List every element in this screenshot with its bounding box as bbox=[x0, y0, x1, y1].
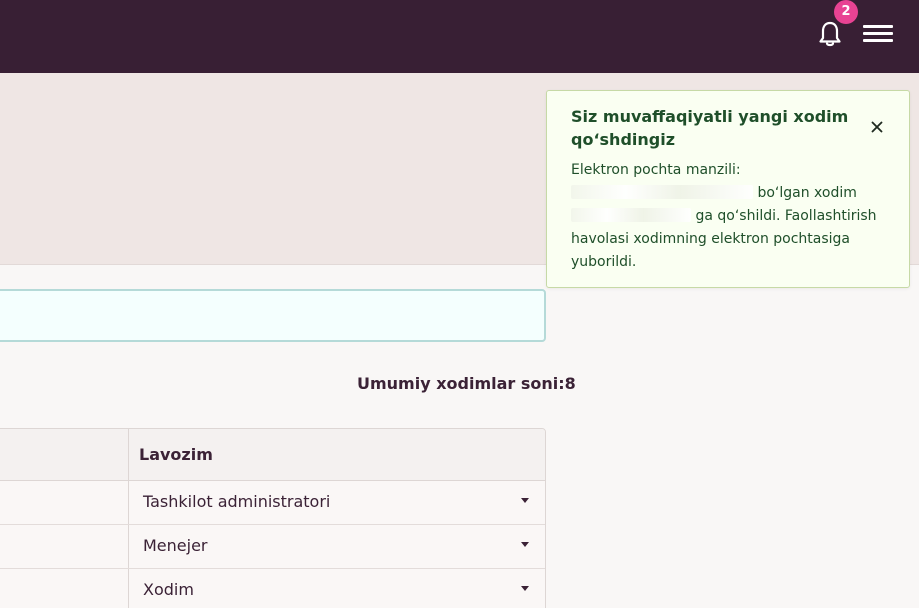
total-employees-count: Umumiy xodimlar soni:8 bbox=[357, 374, 576, 393]
role-select[interactable]: Tashkilot administratori bbox=[143, 481, 539, 524]
email-label: Elektron pochta manzili: bbox=[571, 162, 741, 178]
table-row: Tashkilot administratori bbox=[0, 481, 545, 525]
hamburger-menu-button[interactable] bbox=[863, 22, 893, 46]
caret-down-icon bbox=[521, 542, 529, 547]
table-header: Lavozim bbox=[0, 429, 545, 481]
search-input[interactable] bbox=[0, 289, 546, 342]
success-notification: Siz muvaffaqiyatli yangi xodim qo‘shding… bbox=[546, 90, 910, 288]
caret-down-icon bbox=[521, 586, 529, 591]
role-select-value: Tashkilot administratori bbox=[143, 492, 331, 511]
notification-count-badge: 2 bbox=[834, 0, 858, 24]
table-row: Xodim bbox=[0, 569, 545, 608]
close-notification-button[interactable] bbox=[869, 119, 885, 135]
notification-message: Elektron pochta manzili: bo‘lgan xodim g… bbox=[571, 159, 893, 274]
top-navigation-bar: 2 bbox=[0, 0, 919, 73]
close-icon bbox=[871, 121, 883, 133]
table-row: Menejer bbox=[0, 525, 545, 569]
role-select[interactable]: Menejer bbox=[143, 525, 539, 568]
redacted-email bbox=[571, 185, 753, 199]
bell-icon bbox=[819, 21, 841, 47]
role-select-value: Menejer bbox=[143, 536, 208, 555]
hamburger-menu-icon bbox=[863, 25, 893, 28]
employees-table: Lavozim Tashkilot administratori Menejer… bbox=[0, 428, 546, 608]
role-select-value: Xodim bbox=[143, 580, 194, 599]
caret-down-icon bbox=[521, 498, 529, 503]
redacted-organization bbox=[571, 208, 691, 222]
column-header-role: Lavozim bbox=[139, 445, 213, 464]
role-select[interactable]: Xodim bbox=[143, 569, 539, 608]
message-text-part: bo‘lgan xodim bbox=[757, 185, 857, 201]
notification-title: Siz muvaffaqiyatli yangi xodim qo‘shding… bbox=[571, 107, 849, 149]
notifications-button[interactable] bbox=[816, 20, 844, 48]
